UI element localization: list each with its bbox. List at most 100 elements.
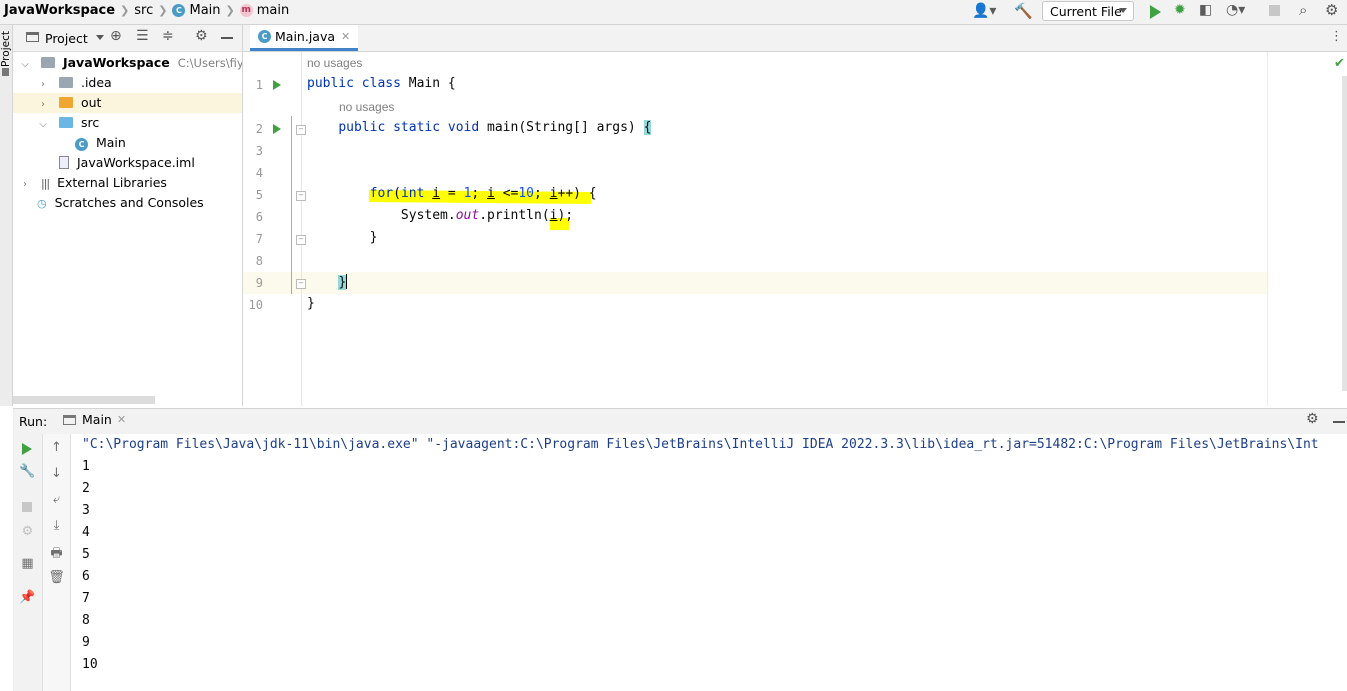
arrow-up-icon[interactable]: ↑ — [43, 440, 70, 455]
console-output-line: 9 — [82, 635, 90, 650]
run-toolbar-primary: 🔧 ⚙ ▦ 📌 — [13, 434, 43, 691]
debug-icon[interactable]: ✹ — [1174, 2, 1186, 18]
tree-item-label: JavaWorkspace — [62, 55, 170, 70]
tree-item-iml[interactable]: JavaWorkspace.iml — [13, 153, 242, 173]
chevron-right-icon[interactable]: › — [19, 175, 31, 195]
soft-wrap-icon[interactable]: ⤶ — [43, 492, 70, 507]
tree-item-out[interactable]: › out — [13, 93, 242, 113]
hide-icon[interactable] — [1333, 421, 1345, 423]
project-path: C:\Users\fiy12\ — [177, 56, 243, 70]
console-output[interactable]: "C:\Program Files\Java\jdk-11\bin\java.e… — [71, 434, 1347, 691]
coverage-icon[interactable]: ◧ — [1199, 2, 1212, 18]
restore-layout-icon[interactable]: ⚙ — [13, 524, 42, 539]
run-configuration-label: Current File — [1050, 3, 1122, 19]
scope-indicator — [291, 116, 292, 294]
search-icon[interactable]: ⌕ — [1299, 1, 1307, 19]
vertical-scrollbar-thumb[interactable] — [1342, 76, 1347, 391]
run-icon[interactable] — [1150, 5, 1161, 19]
inspection-ok-icon[interactable]: ✔ — [1334, 56, 1345, 71]
line-number: 9 — [255, 276, 263, 290]
console-command-line: "C:\Program Files\Java\jdk-11\bin\java.e… — [82, 437, 1319, 452]
line-number: 8 — [255, 254, 263, 268]
console-output-line: 6 — [82, 569, 90, 584]
tree-item-label: JavaWorkspace.iml — [76, 155, 195, 170]
breadcrumb-src[interactable]: src — [134, 3, 153, 18]
scratches-icon: ◷ — [37, 197, 47, 210]
code-editor[interactable]: no usages public class Main { no usages … — [302, 52, 1267, 406]
tab-label: Main.java — [275, 29, 336, 44]
rerun-icon[interactable] — [22, 443, 32, 455]
profiler-icon[interactable]: ◔▾ — [1226, 2, 1245, 18]
tree-item-label: .idea — [80, 75, 112, 90]
chevron-right-icon: ❯ — [225, 4, 235, 17]
scroll-to-end-icon[interactable]: ⤓ — [43, 518, 70, 533]
trash-icon[interactable]: 🗑 — [43, 570, 70, 585]
console-output-line: 1 — [82, 459, 90, 474]
chevron-down-icon[interactable]: ⌵ — [19, 55, 31, 75]
stop-icon[interactable] — [1269, 5, 1280, 16]
run-configuration-select[interactable]: Current File — [1042, 1, 1134, 21]
class-icon: C — [75, 138, 88, 151]
chevron-right-icon[interactable]: › — [37, 95, 49, 115]
chevron-down-icon[interactable] — [96, 35, 104, 40]
stripe-project-button[interactable]: Project — [0, 29, 12, 69]
project-view-label[interactable]: Project — [45, 31, 88, 46]
gear-icon[interactable]: ⚙ — [1306, 411, 1319, 427]
chevron-right-icon[interactable]: › — [37, 75, 49, 95]
source-folder-icon — [58, 117, 73, 128]
user-account-icon[interactable]: 👤▾ — [972, 3, 996, 19]
stop-icon[interactable] — [22, 502, 32, 512]
line-number: 6 — [255, 210, 263, 224]
wrench-icon[interactable]: 🔧 — [13, 464, 42, 479]
breadcrumb-class[interactable]: Main — [189, 3, 220, 18]
arrow-down-icon[interactable]: ↓ — [43, 466, 70, 481]
code-line-9: } — [338, 274, 348, 290]
run-gutter-icon[interactable] — [273, 80, 281, 90]
more-options-icon[interactable]: ⋮ — [1330, 29, 1343, 44]
layout-icon[interactable]: ▦ — [13, 556, 42, 571]
tree-item-external-libraries[interactable]: › ||| External Libraries — [13, 173, 242, 193]
horizontal-scrollbar[interactable] — [13, 396, 155, 404]
locate-file-icon[interactable]: ⊕ — [110, 28, 122, 44]
pin-icon[interactable]: 📌 — [13, 590, 42, 605]
module-file-icon — [59, 156, 69, 169]
tree-item-label: Scratches and Consoles — [54, 195, 204, 210]
chevron-down-icon[interactable]: ⌵ — [37, 115, 49, 135]
tree-item-label: Main — [95, 135, 126, 150]
project-tool-window: Project ⊕ ☰ ≑ ⚙ ⌵ JavaWorkspace C:\Users… — [13, 25, 243, 406]
tree-item-main[interactable]: C Main — [13, 133, 242, 153]
tree-item-src[interactable]: ⌵ src — [13, 113, 242, 133]
tree-item-idea[interactable]: › .idea — [13, 73, 242, 93]
usages-hint[interactable]: no usages — [307, 56, 362, 70]
run-label: Run: — [19, 414, 48, 429]
class-icon: C — [172, 4, 186, 17]
tree-item-scratches[interactable]: ◷ Scratches and Consoles — [13, 193, 242, 213]
print-icon[interactable]: 🖶 — [43, 544, 70, 566]
project-panel-header: Project ⊕ ☰ ≑ ⚙ — [13, 25, 242, 52]
line-number: 4 — [255, 166, 263, 180]
hide-icon[interactable] — [221, 37, 233, 39]
tree-item-project-root[interactable]: ⌵ JavaWorkspace C:\Users\fiy12\ — [13, 53, 242, 73]
collapse-all-icon[interactable]: ≑ — [162, 28, 174, 44]
editor-gutter: 1 2 3 4 5 6 7 8 9 10 − − − − — [243, 52, 306, 406]
editor-scrollbar[interactable]: ✔ — [1267, 52, 1347, 406]
tree-item-label: src — [80, 115, 100, 130]
line-number: 1 — [255, 78, 263, 92]
breadcrumb-project[interactable]: JavaWorkspace — [4, 3, 115, 18]
run-gutter-icon[interactable] — [273, 124, 281, 134]
editor-tab-main-java[interactable]: C Main.java ✕ — [250, 25, 359, 51]
console-output-line: 7 — [82, 591, 90, 606]
close-icon[interactable]: ✕ — [341, 30, 350, 43]
gear-icon[interactable]: ⚙ — [195, 28, 208, 44]
usages-hint[interactable]: no usages — [339, 100, 394, 114]
gear-icon[interactable]: ⚙ — [1325, 1, 1338, 19]
code-line-2: public static void main(String[] args) { — [338, 120, 652, 135]
breadcrumb-method[interactable]: main — [257, 3, 289, 18]
run-tab-main[interactable]: Main ✕ — [63, 412, 126, 427]
close-icon[interactable]: ✕ — [117, 413, 126, 426]
code-line-6: System.out.println(i); — [307, 208, 574, 223]
chevron-right-icon: ❯ — [158, 4, 168, 17]
expand-all-icon[interactable]: ☰ — [136, 28, 149, 44]
build-hammer-icon[interactable]: 🔨 — [1014, 2, 1033, 20]
chevron-right-icon: ❯ — [120, 4, 130, 17]
